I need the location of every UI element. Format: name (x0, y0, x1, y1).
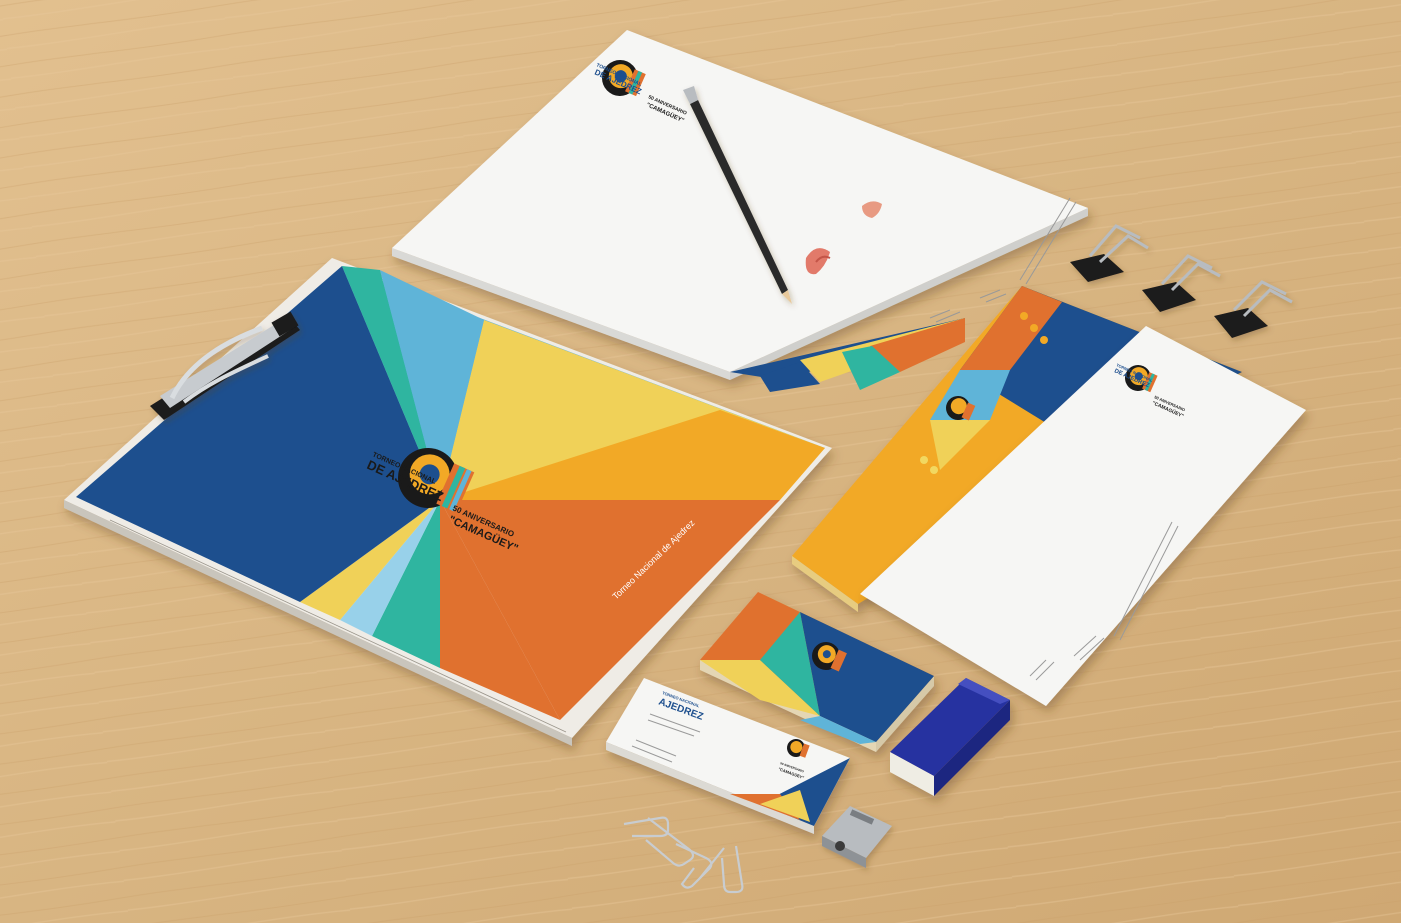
photo-stage: TORNEO NACIONAL DE AJEDREZ 50 ANIVERSARI… (0, 0, 1401, 923)
stationery-mockup-scene: TORNEO NACIONAL DE AJEDREZ 50 ANIVERSARI… (0, 0, 1401, 923)
